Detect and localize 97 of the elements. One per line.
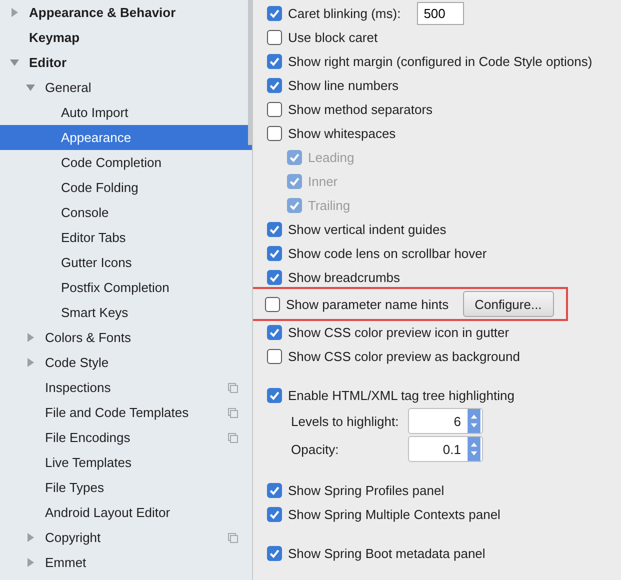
tree-item[interactable]: Smart Keys bbox=[0, 300, 252, 325]
checkbox-label: Use block caret bbox=[288, 30, 378, 44]
tree-item-label: Gutter Icons bbox=[61, 255, 133, 270]
tree-item-label: Copyright bbox=[45, 530, 102, 545]
tree-item[interactable]: Gutter Icons bbox=[0, 250, 252, 275]
checkbox-label: Enable HTML/XML tag tree highlighting bbox=[288, 388, 514, 402]
tree-item[interactable]: Code Completion bbox=[0, 150, 252, 175]
tree-item[interactable]: Inspections bbox=[0, 375, 252, 400]
tree-item[interactable]: Editor Tabs bbox=[0, 225, 252, 250]
tree-item[interactable]: Appearance bbox=[0, 125, 252, 150]
checkbox-label: Show right margin (configured in Code Style options) bbox=[288, 54, 592, 68]
checkbox-label: Show breadcrumbs bbox=[288, 270, 400, 284]
tree-item-label: Code Completion bbox=[61, 155, 162, 170]
tree-item[interactable]: Editor bbox=[0, 50, 252, 75]
number-spinner[interactable]: 6 bbox=[408, 408, 483, 434]
collapsed-arrow-icon[interactable] bbox=[26, 333, 35, 342]
checkbox[interactable] bbox=[267, 270, 282, 284]
tree-item[interactable]: File and Code Templates bbox=[0, 400, 252, 425]
tree-item[interactable]: Code Style bbox=[0, 350, 252, 375]
tree-item-label: Editor Tabs bbox=[61, 230, 127, 245]
tree-item-label: Appearance bbox=[61, 130, 132, 145]
tree-item-label: Appearance & Behavior bbox=[29, 5, 177, 20]
checkbox[interactable] bbox=[267, 506, 282, 522]
tree-item-label: Console bbox=[61, 205, 110, 220]
checkbox-label: Show Spring Boot metadata panel bbox=[288, 546, 486, 560]
checkbox-label: Show line numbers bbox=[288, 78, 399, 92]
tree-item[interactable]: Keymap bbox=[0, 25, 252, 50]
checkbox[interactable] bbox=[267, 246, 282, 260]
tree-item-label: Code Folding bbox=[61, 180, 140, 195]
checkbox[interactable] bbox=[267, 222, 282, 236]
tree-item[interactable]: Colors & Fonts bbox=[0, 325, 252, 350]
checkbox-label: Show parameter name hints bbox=[286, 296, 449, 312]
checkbox-label: Show Spring Multiple Contexts panel bbox=[288, 506, 500, 522]
stepper-arrows-icon[interactable] bbox=[466, 409, 482, 433]
number-spinner[interactable]: 0.1 bbox=[408, 436, 483, 462]
tree-item[interactable]: Auto Import bbox=[0, 100, 252, 125]
tree-item[interactable]: File Types bbox=[0, 475, 252, 500]
tree-item-label: Emmet bbox=[45, 555, 88, 570]
tree-item-label: Editor bbox=[29, 55, 68, 70]
checkbox[interactable] bbox=[267, 54, 282, 68]
tree-item[interactable]: General bbox=[0, 75, 252, 100]
tree-item-label: Colors & Fonts bbox=[45, 330, 132, 345]
checkbox[interactable] bbox=[267, 102, 282, 116]
checkbox-label: Trailing bbox=[308, 198, 350, 212]
checkbox[interactable] bbox=[267, 348, 282, 364]
tree-item[interactable]: File Encodings bbox=[0, 425, 252, 450]
collapsed-arrow-icon[interactable] bbox=[26, 558, 35, 567]
collapsed-arrow-icon[interactable] bbox=[26, 358, 35, 367]
tree-item-label: File Encodings bbox=[45, 430, 132, 445]
tree-item-label: Live Templates bbox=[45, 455, 132, 470]
tree-item-label: File and Code Templates bbox=[45, 405, 190, 420]
checkbox-label: Show method separators bbox=[288, 102, 433, 116]
checkbox[interactable] bbox=[267, 126, 282, 140]
checkbox-label: Inner bbox=[308, 174, 338, 188]
input-field[interactable]: 500 bbox=[416, 2, 464, 24]
configure-button[interactable]: Configure... bbox=[462, 291, 554, 317]
tree-item[interactable]: Postfix Completion bbox=[0, 275, 252, 300]
checkbox-label: Show whitespaces bbox=[288, 126, 396, 140]
checkbox-label: Show CSS color preview as background bbox=[288, 348, 520, 364]
collapsed-arrow-icon[interactable] bbox=[26, 533, 35, 542]
tree-item[interactable]: Console bbox=[0, 200, 252, 225]
tree-item[interactable]: Code Folding bbox=[0, 175, 252, 200]
tree-item-label: Inspections bbox=[45, 380, 112, 395]
checkbox-label: Show vertical indent guides bbox=[288, 222, 446, 236]
collapsed-arrow-icon[interactable] bbox=[10, 8, 19, 17]
checkbox[interactable] bbox=[267, 324, 282, 340]
tree-item-label: Code Style bbox=[45, 355, 110, 370]
spinner-label: Levels to highlight: bbox=[290, 414, 400, 428]
checkbox-label: Show CSS color preview icon in gutter bbox=[288, 324, 510, 340]
checkbox[interactable] bbox=[267, 546, 282, 560]
tree-item[interactable]: Copyright bbox=[0, 525, 252, 550]
tree-item[interactable]: Emmet bbox=[0, 550, 252, 575]
checkbox-label: Leading bbox=[308, 150, 354, 164]
checkbox-label: Show Spring Profiles panel bbox=[288, 482, 444, 498]
checkbox[interactable] bbox=[267, 388, 282, 402]
tree-item-label: Postfix Completion bbox=[61, 280, 170, 295]
stepper-arrows-icon[interactable] bbox=[466, 437, 482, 461]
tree-item[interactable]: Appearance & Behavior bbox=[0, 0, 252, 25]
expanded-arrow-icon[interactable] bbox=[10, 58, 19, 67]
scrollbar[interactable] bbox=[248, 0, 252, 145]
tree-item-label: Keymap bbox=[29, 30, 81, 45]
checkbox[interactable] bbox=[267, 482, 282, 498]
tree-item-label: General bbox=[45, 80, 92, 95]
checkbox[interactable] bbox=[267, 6, 282, 20]
tree-item-label: File Types bbox=[45, 480, 106, 495]
tree-item[interactable]: Android Layout Editor bbox=[0, 500, 252, 525]
checkbox[interactable] bbox=[267, 78, 282, 92]
checkbox[interactable] bbox=[267, 30, 282, 44]
checkbox-label: Caret blinking (ms): bbox=[288, 6, 401, 20]
tree-item[interactable]: Live Templates bbox=[0, 450, 252, 475]
checkbox[interactable] bbox=[265, 296, 280, 312]
tree-item-label: Android Layout Editor bbox=[45, 505, 172, 520]
expanded-arrow-icon[interactable] bbox=[26, 83, 35, 92]
tree-item-label: Smart Keys bbox=[61, 305, 130, 320]
spinner-label: Opacity: bbox=[290, 442, 340, 456]
tree-item-label: Auto Import bbox=[61, 105, 130, 120]
checkbox-label: Show code lens on scrollbar hover bbox=[288, 246, 487, 260]
